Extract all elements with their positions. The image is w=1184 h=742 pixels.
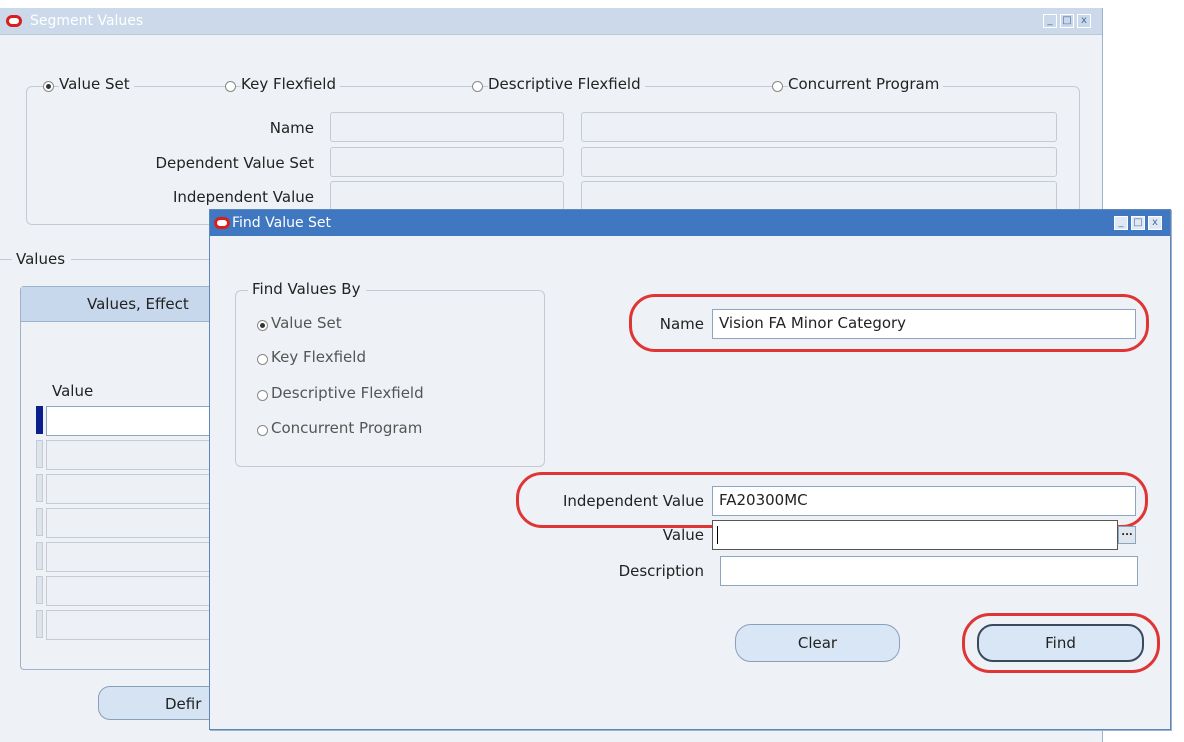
find-value-label: Value: [662, 526, 704, 544]
radio-descriptive-flexfield[interactable]: [472, 81, 483, 92]
column-value-header: Value: [52, 382, 94, 400]
find-radio-descriptive-flexfield-label: Descriptive Flexfield: [271, 384, 424, 402]
find-value-input[interactable]: [712, 520, 1118, 550]
find-radio-value-set-label: Value Set: [271, 314, 342, 332]
find-radio-concurrent-program-label: Concurrent Program: [271, 419, 423, 437]
row-indicator: [36, 576, 43, 604]
segment-values-title: Segment Values: [30, 13, 144, 29]
values-tab-label: Values, Effect: [87, 295, 189, 313]
dependent-value-set-label: Dependent Value Set: [155, 154, 314, 172]
find-radio-key-flexfield[interactable]: [257, 354, 268, 365]
clear-button[interactable]: Clear: [735, 624, 900, 662]
radio-key-flexfield[interactable]: [225, 81, 236, 92]
oracle-logo-icon: [6, 15, 22, 27]
find-name-label: Name: [659, 315, 704, 333]
values-section-label: Values: [12, 250, 72, 268]
dependent-description-field[interactable]: [581, 147, 1057, 177]
independent-value-label: Independent Value: [172, 188, 314, 206]
row-indicator: [36, 542, 43, 570]
maximize-icon[interactable]: □: [1060, 14, 1074, 28]
row-indicator: [36, 610, 43, 638]
define-button-label: Defir: [165, 695, 202, 713]
minimize-icon[interactable]: _: [1114, 216, 1128, 230]
find-value-set-dialog: Find Value Set _ □ x Find Values By Valu…: [209, 209, 1171, 730]
independent-description-field[interactable]: [581, 181, 1057, 211]
find-radio-descriptive-flexfield[interactable]: [257, 390, 268, 401]
name-description-field[interactable]: [581, 112, 1057, 142]
independent-value-field[interactable]: [330, 181, 564, 211]
radio-key-flexfield-label: Key Flexfield: [241, 75, 340, 93]
find-independent-value-value: FA20300MC: [719, 491, 808, 509]
close-icon[interactable]: x: [1148, 216, 1162, 230]
row-indicator: [36, 474, 43, 502]
find-value-set-titlebar: Find Value Set _ □ x: [210, 210, 1170, 236]
find-radio-value-set[interactable]: [257, 320, 268, 331]
oracle-logo-icon: [214, 217, 230, 229]
lov-ellipsis-icon: ...: [1121, 527, 1133, 538]
value-row-3[interactable]: [46, 474, 210, 504]
name-label: Name: [269, 119, 314, 137]
minimize-icon[interactable]: _: [1043, 14, 1057, 28]
find-radio-concurrent-program[interactable]: [257, 425, 268, 436]
lov-button[interactable]: ...: [1118, 526, 1136, 544]
value-row-5[interactable]: [46, 542, 210, 572]
value-row-1[interactable]: [46, 406, 210, 436]
find-button[interactable]: Find: [977, 624, 1144, 662]
radio-descriptive-flexfield-label: Descriptive Flexfield: [488, 75, 645, 93]
text-cursor: [717, 526, 718, 544]
find-independent-value-input[interactable]: FA20300MC: [712, 486, 1136, 516]
find-value-set-title: Find Value Set: [232, 215, 332, 231]
row-indicator: [36, 440, 43, 468]
clear-button-label: Clear: [797, 634, 838, 652]
value-row-2[interactable]: [46, 440, 210, 470]
radio-concurrent-program-label: Concurrent Program: [788, 75, 944, 93]
find-independent-value-label: Independent Value: [562, 492, 704, 510]
value-row-4[interactable]: [46, 508, 210, 538]
find-values-by-title: Find Values By: [248, 280, 367, 298]
segment-values-titlebar: Segment Values _ □ x: [0, 8, 1102, 35]
find-name-value: Vision FA Minor Category: [719, 314, 907, 332]
close-icon[interactable]: x: [1077, 14, 1091, 28]
find-name-input[interactable]: Vision FA Minor Category: [712, 309, 1136, 339]
find-description-label: Description: [618, 562, 704, 580]
find-description-input[interactable]: [720, 556, 1138, 586]
dependent-value-set-field[interactable]: [330, 147, 564, 177]
find-radio-key-flexfield-label: Key Flexfield: [271, 348, 366, 366]
radio-concurrent-program[interactable]: [772, 81, 783, 92]
values-tab[interactable]: Values, Effect: [21, 287, 219, 322]
radio-value-set[interactable]: [43, 81, 54, 92]
row-indicator-active: [36, 406, 43, 434]
radio-value-set-label: Value Set: [59, 75, 134, 93]
row-indicator: [36, 508, 43, 536]
value-row-6[interactable]: [46, 576, 210, 606]
value-row-7[interactable]: [46, 610, 210, 640]
maximize-icon[interactable]: □: [1131, 216, 1145, 230]
name-field[interactable]: [330, 112, 564, 142]
find-button-label: Find: [1045, 634, 1076, 652]
